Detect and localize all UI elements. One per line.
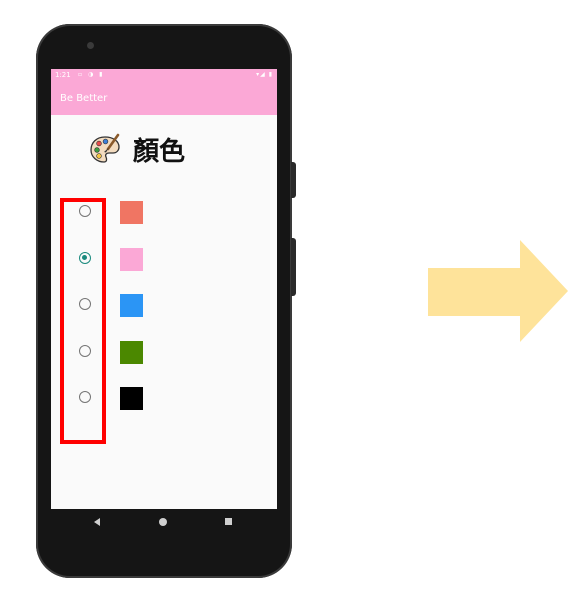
recents-icon[interactable] [225, 518, 232, 525]
back-icon[interactable] [94, 518, 100, 526]
right-arrow-icon [428, 240, 568, 342]
status-notification-icons: ▫ ◑ ▮ [78, 71, 105, 78]
status-signal-battery-icons: ▾◢ ▮ [256, 71, 273, 78]
home-icon[interactable] [159, 518, 167, 526]
status-time: 1:21 [55, 71, 71, 79]
front-camera [87, 42, 94, 49]
app-bar: Be Better [51, 81, 277, 115]
artist-palette-icon [90, 133, 120, 163]
color-swatch-1[interactable] [120, 201, 143, 224]
radio-group-highlight [60, 198, 106, 444]
android-nav-bar [51, 509, 277, 535]
app-title: Be Better [60, 93, 108, 104]
color-swatch-4[interactable] [120, 340, 143, 364]
color-swatch-2[interactable] [120, 247, 143, 271]
color-swatch-3[interactable] [120, 294, 143, 317]
phone-power-button [291, 162, 296, 198]
heading-label: 顏色 [133, 136, 186, 167]
phone-volume-button [291, 238, 296, 296]
color-swatch-5[interactable] [120, 387, 143, 410]
color-heading: 顏色 [89, 131, 185, 167]
status-bar: 1:21 ▫ ◑ ▮ ▾◢ ▮ [51, 69, 277, 81]
